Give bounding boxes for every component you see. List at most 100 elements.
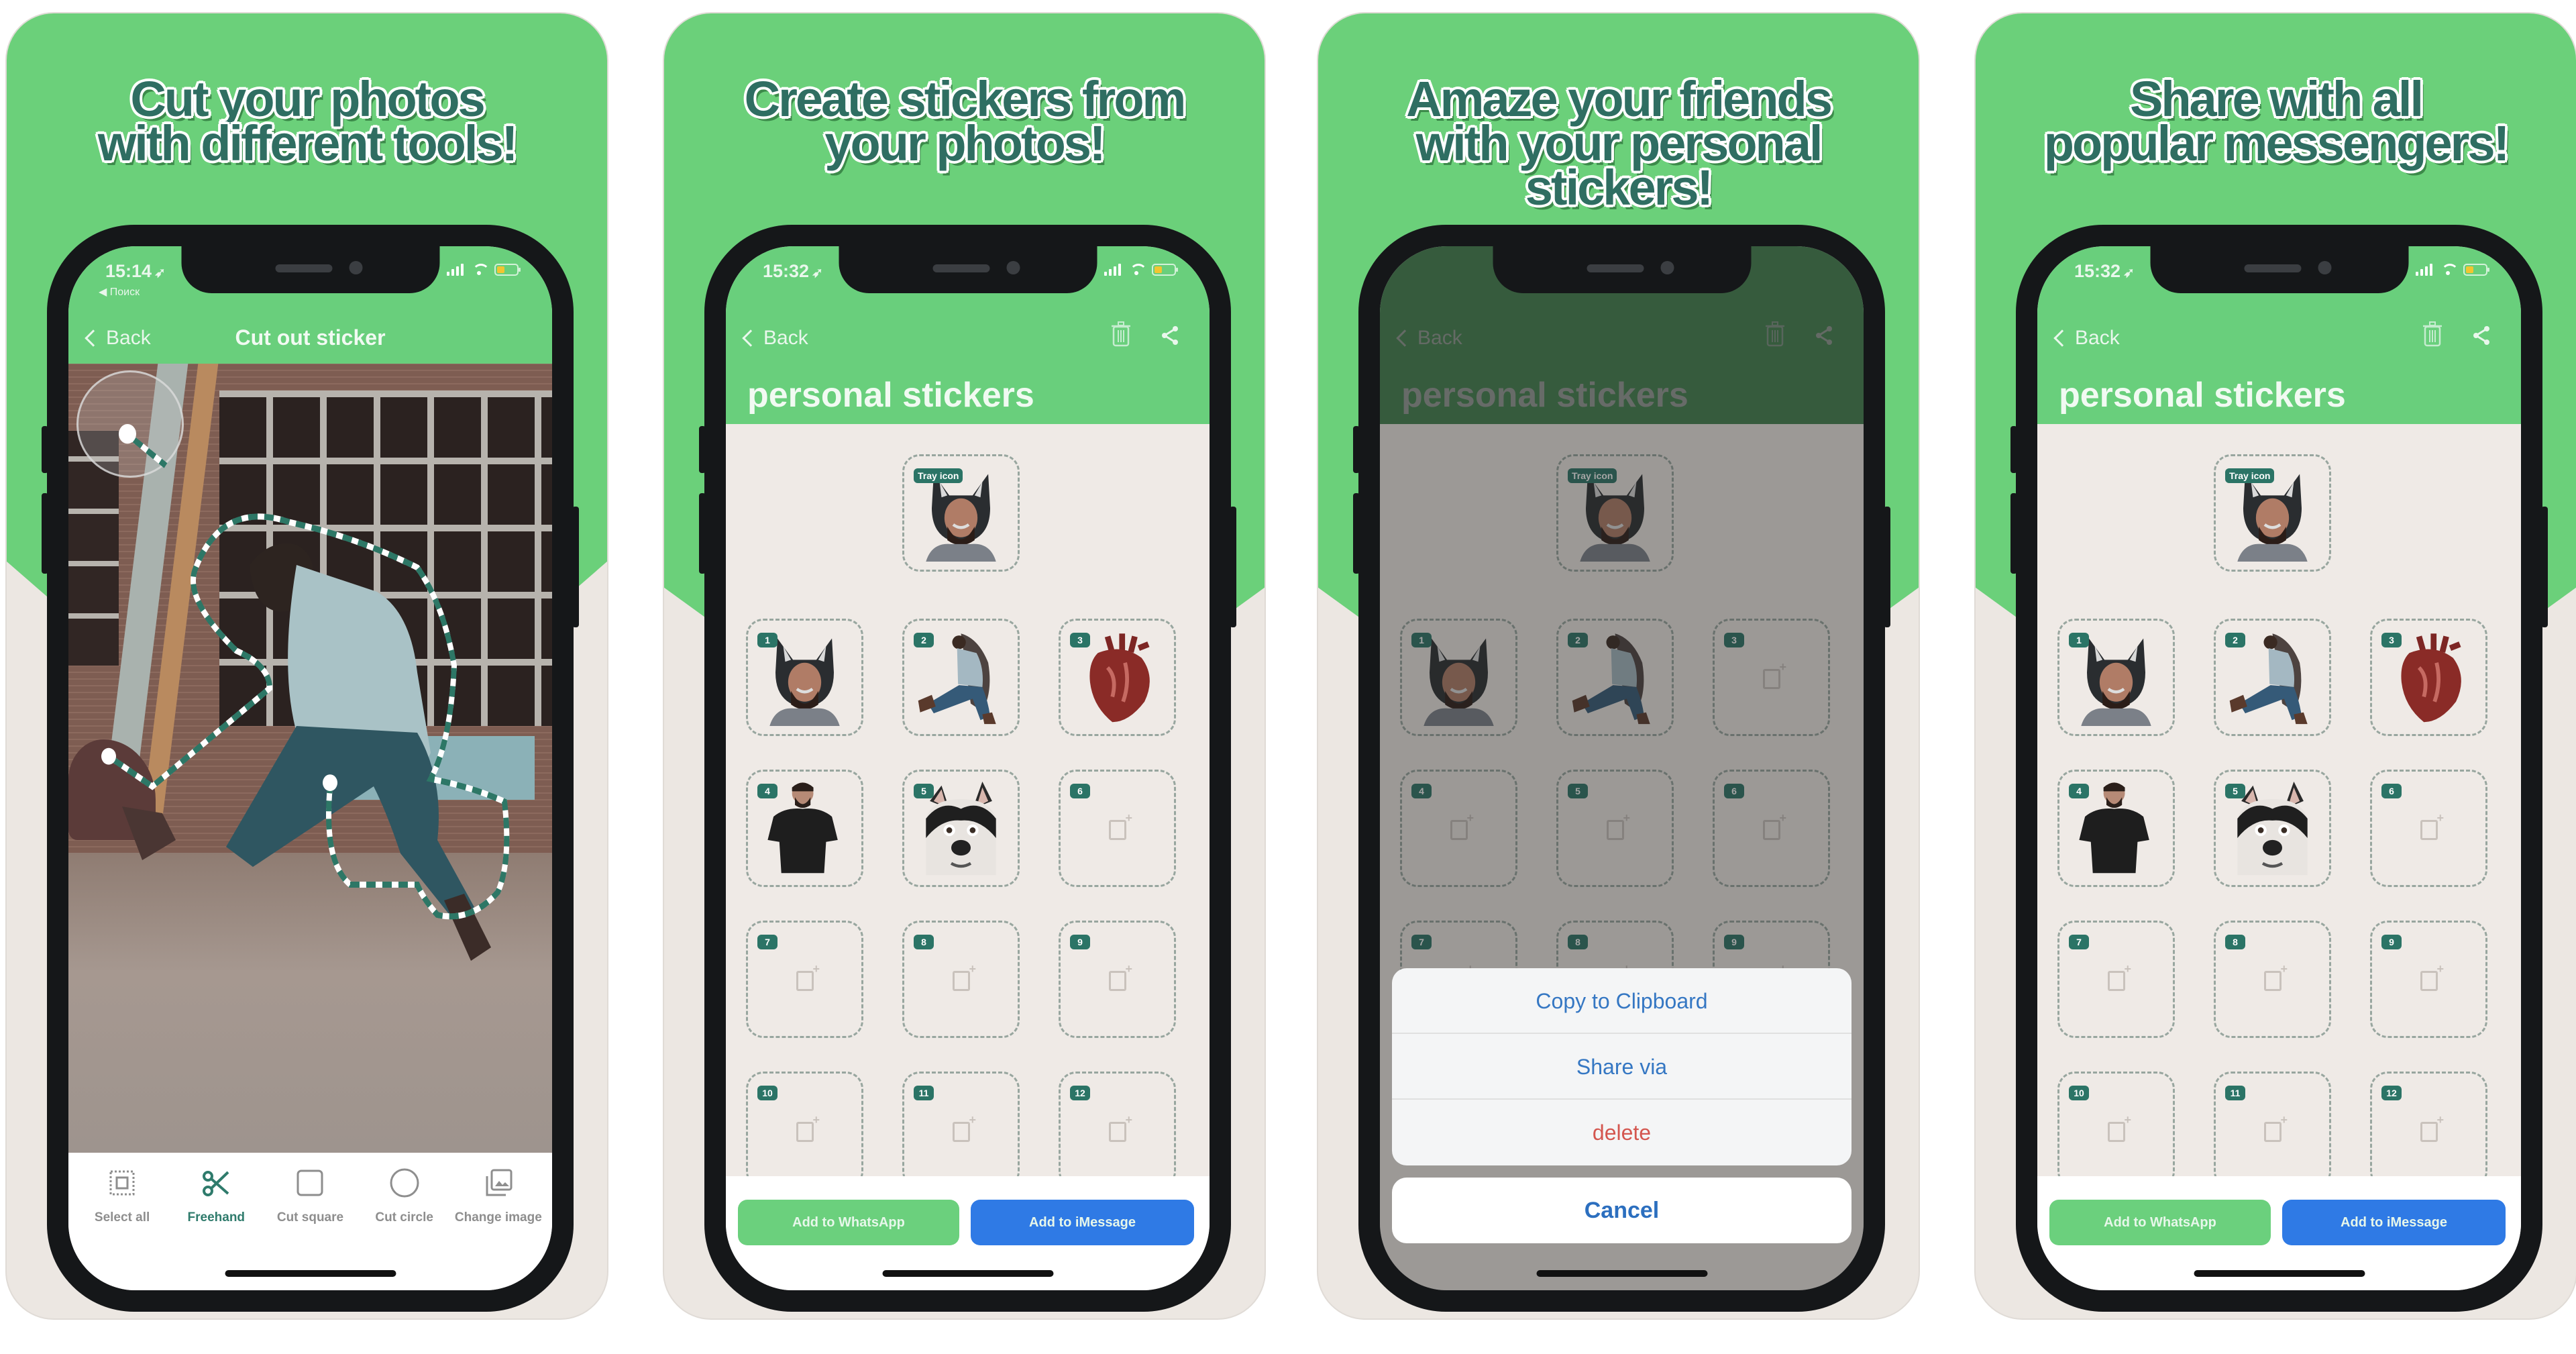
- slot-number-badge: 11: [914, 1086, 934, 1100]
- status-time: 15:32 ➶: [2074, 261, 2135, 281]
- sticker-slot[interactable]: 6: [1059, 770, 1176, 887]
- add-image-icon: [953, 962, 976, 991]
- add-image-icon: [2420, 811, 2444, 840]
- scissors-icon: [203, 1171, 229, 1196]
- sticker-slot[interactable]: 11: [902, 1072, 1020, 1176]
- add-to-whatsapp-button[interactable]: Add to WhatsApp: [2049, 1200, 2271, 1245]
- add-image-icon: [2264, 1113, 2288, 1142]
- tool-label: Cut circle: [375, 1210, 433, 1225]
- add-to-imessage-button[interactable]: Add to iMessage: [971, 1200, 1194, 1245]
- sticker-slot[interactable]: 6: [2370, 770, 2487, 887]
- slot-number-badge: 11: [2225, 1086, 2245, 1100]
- sticker-slot[interactable]: 10: [746, 1072, 863, 1176]
- tray-icon-badge: Tray icon: [914, 468, 963, 483]
- tray-icon-slot[interactable]: Tray icon: [2214, 454, 2331, 572]
- sticker-slot[interactable]: 8: [902, 921, 1020, 1038]
- wifi-icon: [2440, 264, 2459, 276]
- headline: Cut your photos with different tools!: [7, 74, 607, 168]
- sticker-slot[interactable]: 2: [2214, 619, 2331, 736]
- tool-freehand[interactable]: Freehand: [172, 1163, 260, 1225]
- tray-icon-slot[interactable]: Tray icon: [902, 454, 1020, 572]
- trash-icon[interactable]: [1112, 321, 1130, 347]
- slot-number-badge: 9: [1070, 935, 1090, 949]
- sticker-slot[interactable]: 4: [2057, 770, 2175, 887]
- slot-number-badge: 3: [2381, 633, 2402, 647]
- sticker-slot[interactable]: 8: [2214, 921, 2331, 1038]
- add-image-icon: [1109, 811, 1132, 840]
- cut-handle: [101, 747, 116, 765]
- home-indicator: [2194, 1270, 2365, 1277]
- sticker-slot[interactable]: 12: [1059, 1072, 1176, 1176]
- slot-number-badge: 8: [2225, 935, 2245, 949]
- add-to-imessage-button[interactable]: Add to iMessage: [2282, 1200, 2506, 1245]
- location-arrow-icon: ➶: [154, 266, 166, 280]
- phone-frame: Back personal stickers 15:32 ➶ Tray icon 1…: [2010, 225, 2548, 1312]
- side-button: [42, 493, 48, 574]
- sticker-slot[interactable]: 9: [2370, 921, 2487, 1038]
- freehand-cut-path[interactable]: [68, 364, 552, 1153]
- back-button[interactable]: Back: [742, 327, 808, 350]
- sticker-slot[interactable]: 2: [902, 619, 1020, 736]
- screenshot-card-cut-tools: Cut your photos with different tools! Ba…: [7, 13, 607, 1318]
- headline-line: with your personal stickers!: [1415, 115, 1823, 215]
- tray-icon-badge: Tray icon: [2225, 468, 2275, 483]
- sticker-slot[interactable]: 3: [1059, 619, 1176, 736]
- tool-cut-square[interactable]: Cut square: [266, 1163, 354, 1225]
- slot-number-badge: 1: [2069, 633, 2089, 647]
- action-copy-to-clipboard[interactable]: Copy to Clipboard: [1392, 968, 1851, 1034]
- action-sheet-group: Copy to Clipboard Share via delete: [1392, 968, 1851, 1165]
- sticker-slot[interactable]: 3: [2370, 619, 2487, 736]
- sticker-slot[interactable]: 5: [902, 770, 1020, 887]
- add-image-icon: [2108, 1113, 2131, 1142]
- slot-number-badge: 7: [757, 935, 777, 949]
- tool-select-all[interactable]: Select all: [78, 1163, 166, 1225]
- back-label: Back: [763, 327, 808, 349]
- share-icon[interactable]: [1161, 325, 1179, 346]
- side-button: [1230, 507, 1236, 627]
- tool-cut-circle[interactable]: Cut circle: [361, 1163, 448, 1225]
- wifi-icon: [1129, 264, 1147, 276]
- add-to-whatsapp-button[interactable]: Add to WhatsApp: [738, 1200, 959, 1245]
- sticker-slot[interactable]: 5: [2214, 770, 2331, 887]
- side-button: [1884, 507, 1890, 627]
- headline-line: popular messengers!: [2043, 115, 2510, 171]
- sticker-slot[interactable]: 1: [2057, 619, 2175, 736]
- sticker-grid: Tray icon123456789101112: [2037, 424, 2521, 1176]
- action-cancel[interactable]: Cancel: [1392, 1178, 1851, 1243]
- action-delete[interactable]: delete: [1392, 1100, 1851, 1165]
- slot-number-badge: 12: [1070, 1086, 1090, 1100]
- trash-icon[interactable]: [2423, 321, 2442, 347]
- battery-icon: [494, 264, 521, 276]
- headline: Create stickers from your photos!: [664, 74, 1265, 168]
- action-share-via[interactable]: Share via: [1392, 1034, 1851, 1100]
- sticker-slot[interactable]: 9: [1059, 921, 1176, 1038]
- add-image-icon: [2108, 962, 2131, 991]
- side-button: [2541, 507, 2548, 627]
- sticker-slot[interactable]: 4: [746, 770, 863, 887]
- slot-number-badge: 4: [2069, 784, 2089, 798]
- slot-number-badge: 5: [914, 784, 934, 798]
- add-image-icon: [796, 1113, 820, 1142]
- sticker-slot[interactable]: 10: [2057, 1072, 2175, 1176]
- back-button[interactable]: Back: [2053, 327, 2120, 350]
- change-image-icon: [486, 1169, 513, 1196]
- editing-photo[interactable]: [68, 364, 552, 1153]
- share-icon[interactable]: [2472, 325, 2491, 346]
- sticker-slot[interactable]: 7: [746, 921, 863, 1038]
- sticker-slot[interactable]: 12: [2370, 1072, 2487, 1176]
- sticker-slot[interactable]: 11: [2214, 1072, 2331, 1176]
- notch: [181, 246, 439, 293]
- phone-screen: Back Cut out sticker 15:14 ➶ ◀ Поиск Sel…: [68, 246, 552, 1290]
- side-button: [572, 507, 579, 627]
- phone-frame: Back personal stickers 15:21➶ Tray icon1…: [1353, 225, 1890, 1312]
- screen-title: Cut out sticker: [235, 325, 386, 350]
- slot-number-badge: 7: [2069, 935, 2089, 949]
- slot-number-badge: 3: [1070, 633, 1090, 647]
- add-image-icon: [2264, 962, 2288, 991]
- add-image-icon: [2420, 962, 2444, 991]
- back-to-app-link[interactable]: ◀ Поиск: [99, 285, 140, 299]
- sticker-slot[interactable]: 7: [2057, 921, 2175, 1038]
- tool-change-image[interactable]: Change image: [455, 1163, 542, 1225]
- sticker-slot[interactable]: 1: [746, 619, 863, 736]
- add-image-icon: [1109, 962, 1132, 991]
